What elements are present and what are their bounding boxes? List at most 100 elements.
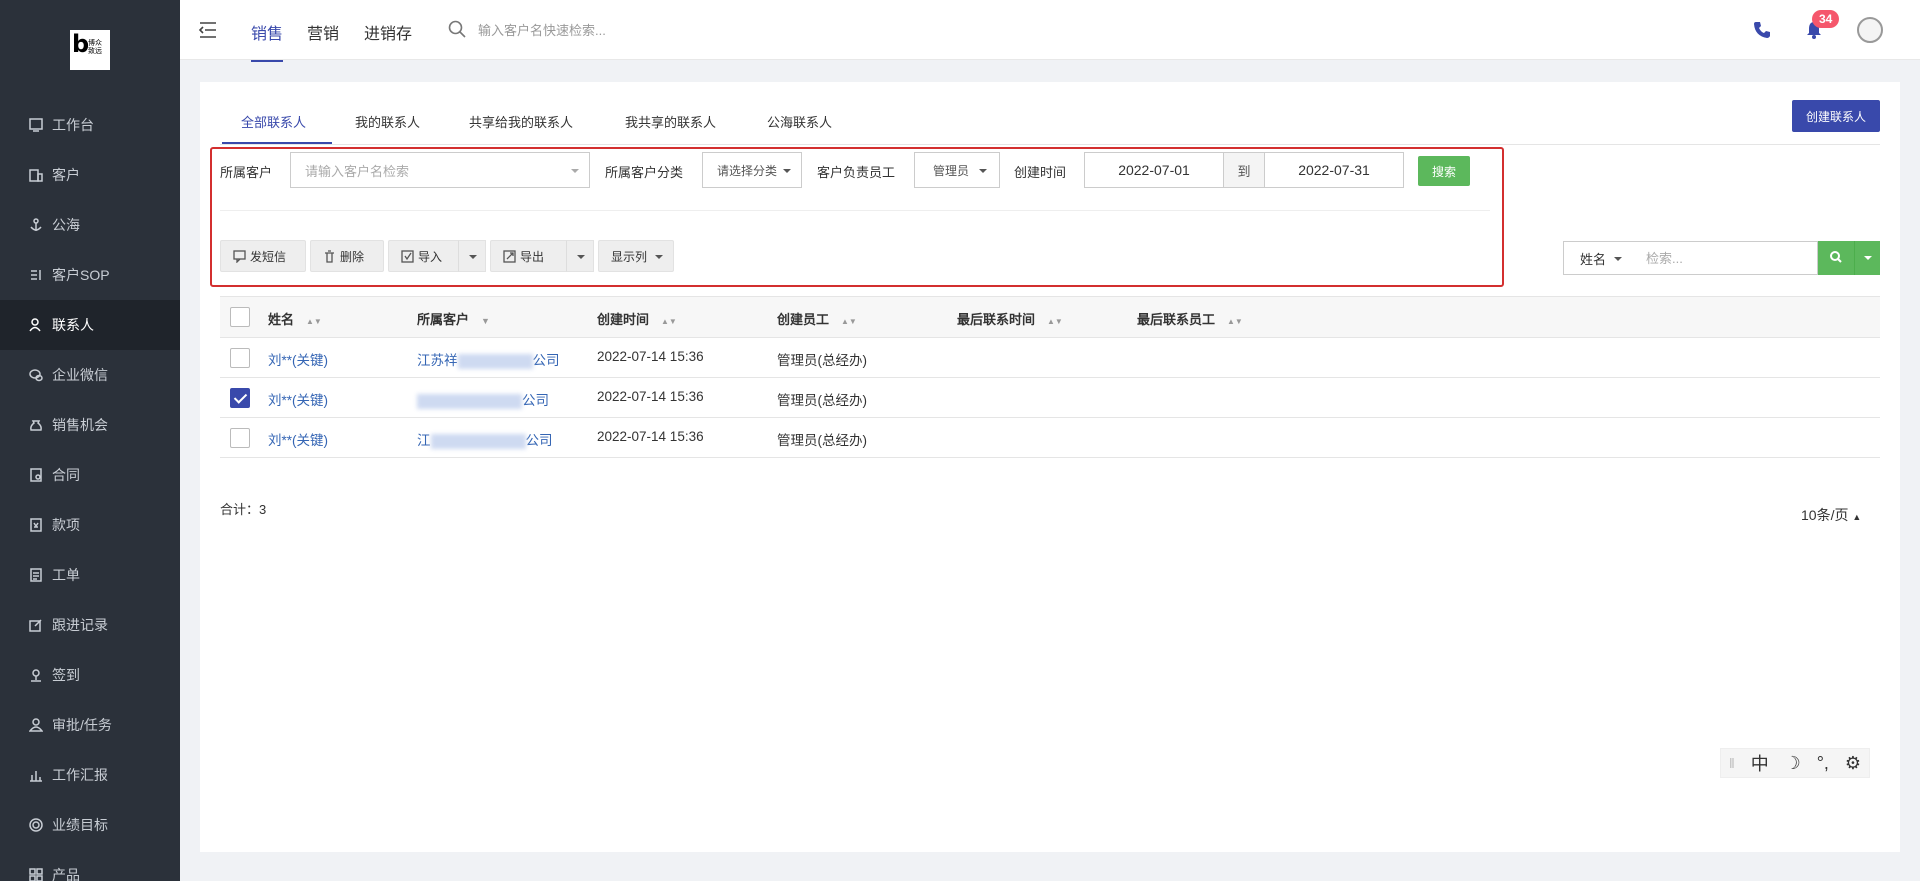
row-checkbox[interactable] [230, 388, 250, 408]
import-icon [401, 249, 414, 263]
customer-filter-select[interactable]: 请输入客户名检索 [290, 152, 590, 188]
sidebar-item-label: 合同 [52, 467, 80, 483]
select-all-checkbox[interactable] [230, 307, 250, 327]
sidebar-item-target[interactable]: 业绩目标 [0, 800, 180, 850]
notification-badge: 34 [1812, 10, 1840, 28]
top-tab-sales[interactable]: 销售 [251, 20, 284, 62]
sidebar-item-label: 审批/任务 [52, 717, 112, 733]
chevron-down-icon [979, 169, 987, 173]
import-label: 导入 [418, 249, 443, 264]
gear-icon[interactable]: ⚙ [1845, 753, 1861, 774]
create-contact-button[interactable]: 创建联系人 [1792, 100, 1880, 132]
tab-shared-to-me[interactable]: 共享给我的联系人 [469, 112, 573, 131]
created-time: 2022-07-14 15:36 [597, 389, 704, 404]
date-from-input[interactable]: 2022-07-01 [1084, 152, 1224, 188]
customer-link[interactable]: 江公司 [417, 429, 553, 449]
sidebar-item-label: 产品 [52, 867, 80, 881]
contact-name-link[interactable]: 刘**(关键) [268, 429, 328, 449]
date-to-input[interactable]: 2022-07-31 [1264, 152, 1404, 188]
sidebar-item-followup[interactable]: 跟进记录 [0, 600, 180, 650]
ime-toolbar: ‖ 中 ☽ °, ⚙ [1720, 748, 1870, 778]
search-button[interactable]: 搜索 [1418, 156, 1470, 186]
created-employee: 管理员(总经办) [777, 353, 867, 368]
table-row[interactable]: 刘**(关键) 公司 2022-07-14 15:36 管理员(总经办) [220, 378, 1880, 418]
table-row[interactable]: 刘**(关键) 江苏祥 公司 2022-07-14 15:36 管理员(总经办) [220, 338, 1880, 378]
col-name[interactable]: 姓名 ▲▼ [268, 309, 322, 328]
customer-link[interactable]: 公司 [417, 389, 549, 409]
created-employee: 管理员(总经办) [777, 433, 867, 448]
sort-desc-icon: ▼ [481, 316, 490, 326]
tab-shared-by-me[interactable]: 我共享的联系人 [625, 112, 716, 131]
send-sms-button[interactable]: 发短信 [220, 240, 306, 272]
logo[interactable]: b 博众 致远 [70, 30, 110, 70]
list-search-button[interactable] [1818, 241, 1854, 275]
sidebar-item-product[interactable]: 产品 [0, 850, 180, 881]
sidebar-item-public-sea[interactable]: 公海 [0, 200, 180, 250]
col-last-employee[interactable]: 最后联系员工 ▲▼ [1137, 309, 1243, 328]
sort-icon: ▲▼ [661, 317, 677, 326]
sidebar-item-opportunity[interactable]: 销售机会 [0, 400, 180, 450]
export-label: 导出 [520, 249, 545, 264]
row-checkbox[interactable] [230, 348, 250, 368]
tab-public-contacts[interactable]: 公海联系人 [767, 112, 832, 131]
sidebar-item-customer[interactable]: 客户 [0, 150, 180, 200]
category-filter-select[interactable]: 请选择分类 [702, 152, 802, 188]
customer-link[interactable]: 江苏祥 公司 [417, 349, 560, 369]
sidebar-item-customer-sop[interactable]: 客户SOP [0, 250, 180, 300]
sidebar-item-contract[interactable]: 合同 [0, 450, 180, 500]
sidebar-item-label: 工单 [52, 567, 80, 583]
col-last-contact[interactable]: 最后联系时间 ▲▼ [957, 309, 1063, 328]
col-employee[interactable]: 创建员工 ▲▼ [777, 309, 857, 328]
sidebar-item-wecom[interactable]: 企业微信 [0, 350, 180, 400]
user-task-icon [28, 717, 44, 733]
anchor-icon [28, 217, 44, 233]
import-dropdown-toggle[interactable] [458, 240, 486, 272]
list-search-input[interactable] [1632, 241, 1818, 275]
avatar[interactable] [1857, 17, 1883, 43]
export-icon [503, 249, 516, 263]
top-tab-inventory[interactable]: 进销存 [364, 20, 412, 44]
import-button[interactable]: 导入 [388, 240, 460, 272]
sidebar-item-contacts[interactable]: 联系人 [0, 300, 180, 350]
sop-icon [28, 267, 44, 283]
col-created[interactable]: 创建时间 ▲▼ [597, 309, 677, 328]
sidebar-item-approval[interactable]: 审批/任务 [0, 700, 180, 750]
menu-collapse-icon[interactable] [198, 20, 218, 40]
sidebar-item-report[interactable]: 工作汇报 [0, 750, 180, 800]
sidebar-item-work-order[interactable]: 工单 [0, 550, 180, 600]
delete-button[interactable]: 删除 [310, 240, 384, 272]
sidebar-item-label: 联系人 [52, 317, 94, 333]
export-dropdown-toggle[interactable] [566, 240, 594, 272]
logo-letter: b [72, 30, 90, 58]
moon-icon[interactable]: ☽ [1785, 753, 1801, 774]
punctuation-toggle[interactable]: °, [1817, 753, 1829, 774]
col-customer[interactable]: 所属客户 ▼ [417, 309, 490, 328]
tab-my-contacts[interactable]: 我的联系人 [355, 112, 420, 131]
sidebar-item-workbench[interactable]: 工作台 [0, 100, 180, 150]
ime-lang-toggle[interactable]: 中 [1751, 750, 1769, 776]
sidebar-item-payment[interactable]: 款项 [0, 500, 180, 550]
contact-name-link[interactable]: 刘**(关键) [268, 389, 328, 409]
quick-search-input[interactable] [478, 18, 778, 42]
export-button[interactable]: 导出 [490, 240, 570, 272]
columns-button[interactable]: 显示列 [598, 240, 674, 272]
row-checkbox[interactable] [230, 428, 250, 448]
phone-icon[interactable] [1752, 20, 1772, 40]
sidebar-item-checkin[interactable]: 签到 [0, 650, 180, 700]
list-search-dropdown[interactable] [1854, 241, 1880, 275]
page-size-select[interactable]: 10条/页 ▲ [1801, 505, 1861, 525]
table-header: 姓名 ▲▼ 所属客户 ▼ 创建时间 ▲▼ 创建员工 ▲▼ 最后联系时间 ▲▼ 最后联系员工… [220, 296, 1880, 338]
tab-all-contacts[interactable]: 全部联系人 [241, 112, 306, 131]
table-row[interactable]: 刘**(关键) 江公司 2022-07-14 15:36 管理员(总经办) [220, 418, 1880, 458]
employee-filter-select[interactable]: 管理员 [914, 152, 1000, 188]
total-count: 合计：3 [220, 502, 267, 517]
contact-name-link[interactable]: 刘**(关键) [268, 349, 328, 369]
sidebar-item-label: 工作台 [52, 117, 94, 133]
drag-handle[interactable]: ‖ [1729, 755, 1735, 771]
edit-icon [28, 617, 44, 633]
search-field-select[interactable]: 姓名 [1563, 241, 1633, 275]
top-tab-marketing[interactable]: 营销 [307, 20, 339, 44]
contacts-panel: 全部联系人 我的联系人 共享给我的联系人 我共享的联系人 公海联系人 创建联系人… [200, 82, 1900, 852]
contract-icon [28, 467, 44, 483]
customer-filter-placeholder: 请输入客户名检索 [305, 163, 410, 179]
